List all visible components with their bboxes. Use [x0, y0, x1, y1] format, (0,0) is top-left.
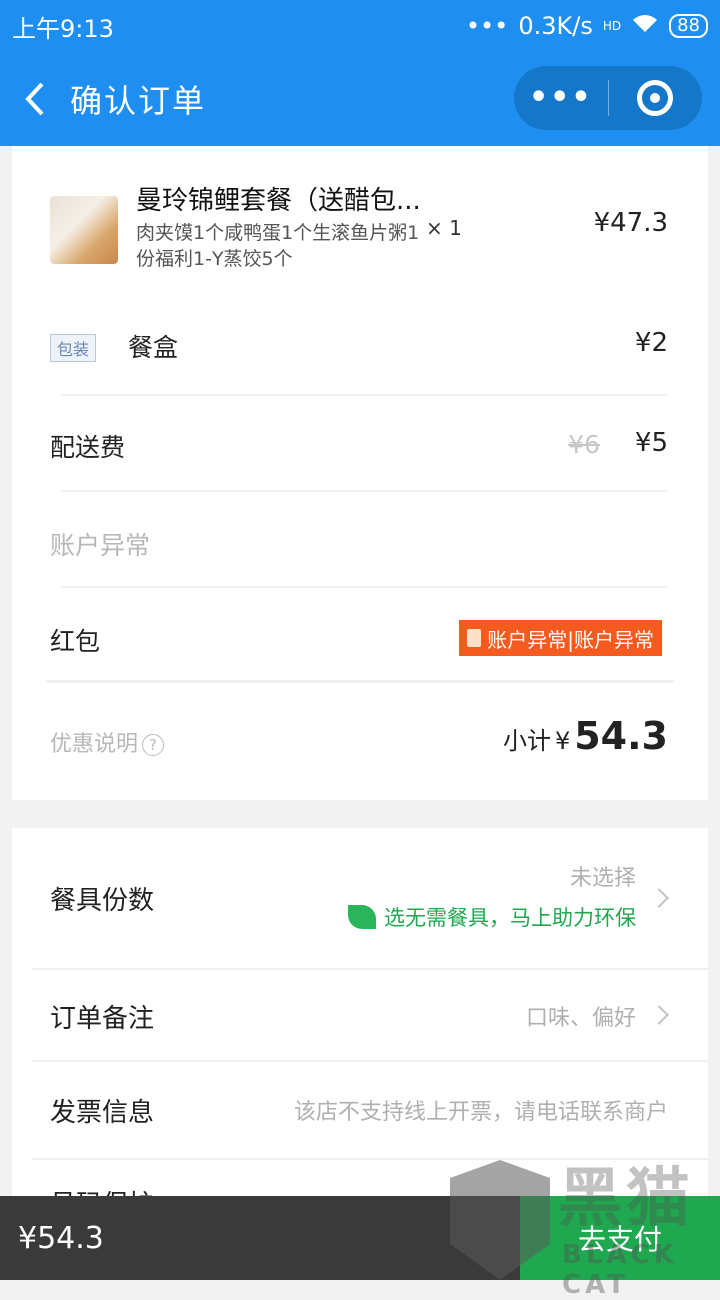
battery-indicator: 88: [669, 14, 708, 38]
notes-value: 口味、偏好: [525, 1006, 636, 1031]
item-quantity: × 1: [426, 216, 462, 240]
pay-button[interactable]: 去支付: [520, 1196, 720, 1280]
order-options-card: 餐具份数 未选择 选无需餐具，马上助力环保 订单备注 口味、偏好 发票信息 该店…: [12, 828, 708, 1248]
notes-label: 订单备注: [50, 1004, 155, 1034]
subtotal-label: 小计: [502, 727, 551, 755]
discount-info-label: 优惠说明: [50, 732, 139, 757]
red-packet-status: 账户异常|账户异常: [487, 627, 654, 652]
network-speed: 0.3K/s: [518, 12, 593, 40]
delivery-fee-price: ¥5: [634, 428, 668, 458]
food-thumbnail: [50, 196, 118, 264]
total-amount: ¥54.3: [18, 1220, 104, 1256]
discount-info[interactable]: 优惠说明?: [50, 726, 165, 758]
item-description: 肉夹馍1个咸鸭蛋1个生滚鱼片粥1份福利1-Y蒸饺5个: [136, 222, 420, 270]
status-time: 上午9:13: [12, 14, 114, 43]
close-program-button[interactable]: [609, 66, 703, 130]
invoice-value: 该店不支持线上开票，请电话联系商户: [293, 1100, 668, 1125]
help-icon: ?: [142, 734, 165, 756]
nav-bar: 确认订单 •••: [0, 52, 720, 146]
back-button[interactable]: [0, 52, 70, 146]
signal-icon: HD: [602, 19, 622, 33]
notification-dots: •••: [465, 12, 509, 40]
wifi-icon: [631, 12, 659, 40]
notes-row[interactable]: 订单备注 口味、偏好: [12, 970, 708, 1060]
chevron-right-icon: [649, 888, 669, 908]
mini-program-capsule: •••: [514, 66, 702, 130]
delivery-original-price: ¥6: [568, 430, 600, 459]
subtotal-value: 54.3: [574, 714, 668, 758]
account-abnormal-label: 账户异常: [50, 531, 151, 560]
checkout-bar: ¥54.3 去支付: [0, 1196, 720, 1280]
more-dots-icon: •••: [528, 80, 593, 115]
chevron-right-icon: [649, 1005, 669, 1025]
leaf-icon: [348, 905, 376, 929]
utensils-row[interactable]: 餐具份数 未选择 选无需餐具，马上助力环保: [12, 828, 708, 968]
packaging-tag: 包装: [50, 334, 97, 362]
utensils-value: 未选择: [569, 866, 636, 891]
subtotal: 小计 ¥ 54.3: [503, 714, 668, 758]
invoice-label: 发票信息: [50, 1098, 155, 1128]
envelope-icon: [467, 629, 482, 647]
subtotal-currency: ¥: [554, 727, 571, 755]
item-price: ¥47.3: [593, 208, 668, 238]
more-button[interactable]: •••: [514, 66, 608, 130]
packaging-label: 餐盒: [128, 333, 179, 362]
delivery-fee-label: 配送费: [50, 433, 126, 462]
order-summary-card: 曼玲锦鲤套餐（送醋包... 肉夹馍1个咸鸭蛋1个生滚鱼片粥1份福利1-Y蒸饺5个…: [12, 146, 708, 800]
item-name: 曼玲锦鲤套餐（送醋包...: [136, 186, 421, 216]
red-packet-badge[interactable]: 账户异常|账户异常: [459, 620, 662, 656]
packaging-price: ¥2: [634, 328, 668, 358]
back-arrow-icon: [25, 82, 44, 116]
red-packet-label: 红包: [50, 627, 101, 656]
status-bar: 上午9:13 ••• 0.3K/s HD 88: [0, 0, 720, 52]
target-icon: [637, 80, 674, 116]
utensils-label: 餐具份数: [50, 886, 155, 916]
eco-tip: 选无需餐具，马上助力环保: [348, 902, 636, 932]
page-title: 确认订单: [70, 82, 207, 120]
eco-tip-text: 选无需餐具，马上助力环保: [384, 906, 636, 930]
